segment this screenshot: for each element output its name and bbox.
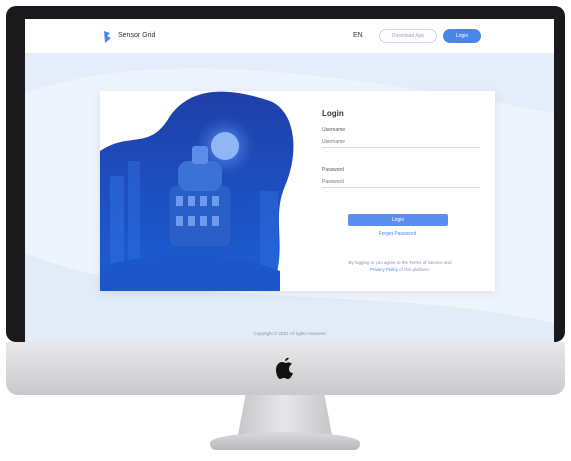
privacy-policy-link[interactable]: Privacy Policy <box>370 267 398 272</box>
download-app-button[interactable]: Download App <box>379 29 437 43</box>
monitor-stand-neck <box>238 395 332 435</box>
password-label: Password <box>322 167 344 173</box>
copyright-footer: Copyright © 2021 All rights reserved <box>253 331 326 336</box>
terms-notice: By logging in you agree to the Terms of … <box>320 259 480 273</box>
login-title: Login <box>322 109 344 118</box>
brand-logo-icon <box>104 31 111 43</box>
apple-logo-icon <box>276 357 293 379</box>
monitor-stand-base <box>210 432 360 450</box>
forgot-password-link[interactable]: Forget Password <box>320 231 475 237</box>
terms-notice-line1: By logging in you agree to the Terms of … <box>348 260 452 265</box>
login-card: Login Username Password Login Forget Pas… <box>100 91 495 291</box>
header-login-button[interactable]: Login <box>443 29 481 43</box>
username-input[interactable] <box>322 137 480 148</box>
top-navigation-bar: Sensor Grid EN Download App Login <box>25 19 554 54</box>
monitor-frame: Sensor Grid EN Download App Login Login … <box>6 6 565 347</box>
login-form: Login Username Password Login Forget Pas… <box>320 91 485 291</box>
username-label: Username <box>322 127 346 133</box>
city-night-illustration <box>100 91 294 291</box>
moon-icon <box>211 132 239 160</box>
brand-name: Sensor Grid <box>118 32 156 39</box>
language-switcher[interactable]: EN <box>353 32 363 39</box>
terms-notice-line2: of this platform. <box>398 267 431 272</box>
screen: Sensor Grid EN Download App Login Login … <box>25 19 554 347</box>
login-submit-button[interactable]: Login <box>348 214 448 226</box>
password-input[interactable] <box>322 177 480 188</box>
